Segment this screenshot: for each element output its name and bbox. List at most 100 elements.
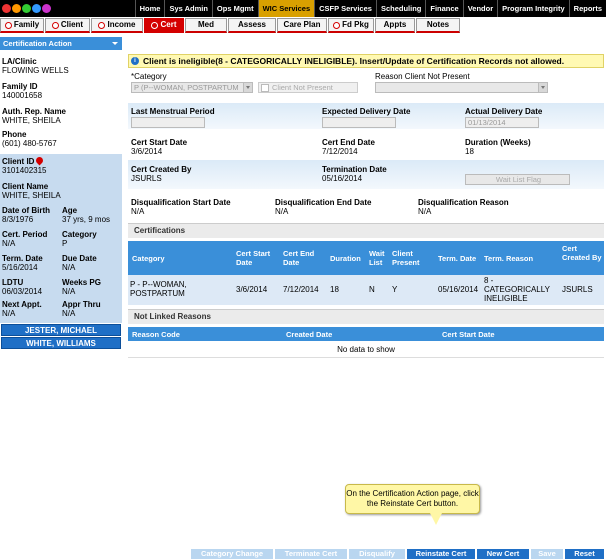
tab-cert[interactable]: Cert [144, 18, 184, 33]
cell-cert-start: 3/6/2014 [236, 285, 268, 294]
ldtu-label: LDTU [2, 278, 24, 287]
sidebar: Certification Action LA/Clinic FLOWING WE… [0, 37, 122, 351]
col-cert-start[interactable]: Cert Start Date [236, 249, 280, 267]
family-id-value: 140001658 [2, 91, 43, 100]
heart-icon [35, 155, 45, 166]
col-category[interactable]: Category [132, 254, 165, 263]
table-row[interactable]: P - P--WOMAN, POSTPARTUM 3/6/2014 7/12/2… [128, 275, 604, 305]
add-label: Actual Delivery Date [465, 107, 543, 116]
tab-care-plan[interactable]: Care Plan [277, 18, 327, 33]
ldtu: LDTU 06/03/2014 [2, 278, 42, 296]
reinstate-cert-button[interactable]: Reinstate Cert [407, 549, 475, 559]
dq-end-value: N/A [275, 207, 289, 216]
cell-wait-list: N [369, 285, 375, 294]
tab-income[interactable]: Income [91, 18, 143, 33]
phone-label: Phone [2, 130, 27, 139]
message-text: Client is ineligible(8 - CATEGORICALLY I… [143, 56, 565, 66]
tab-client[interactable]: Client [45, 18, 90, 33]
wait-list-flag-button[interactable]: Wait List Flag [465, 174, 570, 185]
participant-button-jester[interactable]: JESTER, MICHAEL [1, 324, 121, 336]
dq-reason-label: Disqualification Reason [418, 198, 509, 207]
appr-thru-label: Appr Thru [62, 300, 101, 309]
col-created-date[interactable]: Created Date [286, 330, 332, 339]
topnav-vendor[interactable]: Vendor [462, 0, 497, 17]
col-wait-list[interactable]: Wait List [369, 249, 389, 267]
reset-button[interactable]: Reset [565, 549, 604, 559]
topnav-scheduling[interactable]: Scheduling [375, 0, 425, 17]
topnav-wic-services[interactable]: WIC Services [257, 0, 315, 17]
la-clinic-value: FLOWING WELLS [2, 66, 69, 75]
tab-label: Med [198, 20, 214, 29]
reason-not-present-label: Reason Client Not Present [375, 72, 470, 81]
category-label: *Category [131, 72, 167, 81]
col-client-present[interactable]: Client Present [392, 249, 432, 267]
reason-not-present-select[interactable] [375, 82, 548, 93]
tab-notes[interactable]: Notes [416, 18, 460, 33]
cert-period-label: Cert. Period [2, 230, 48, 239]
certifications-header: Category Cert Start Date Cert End Date D… [128, 241, 604, 275]
disqualify-button[interactable]: Disqualify [349, 549, 405, 559]
category-select[interactable]: P (P--WOMAN, POSTPARTUM [131, 82, 253, 93]
phone-value: (601) 480-5767 [2, 139, 57, 148]
not-linked-section-title: Not Linked Reasons [128, 309, 604, 324]
tab-label: Notes [426, 20, 450, 29]
tab-fd-pkg[interactable]: Fd Pkg [328, 18, 374, 33]
category-change-button[interactable]: Category Change [191, 549, 273, 559]
duration-value: 18 [465, 147, 474, 156]
terminate-cert-button[interactable]: Terminate Cert [275, 549, 347, 559]
tab-label: Family [13, 20, 40, 29]
section-tabs: Family Client Income Cert Med Assess Care Plan… [0, 18, 606, 33]
col-duration[interactable]: Duration [330, 254, 361, 263]
col-cert-created-by[interactable]: Cert Created By [562, 244, 602, 262]
col-term-reason[interactable]: Term. Reason [484, 254, 533, 263]
due-date-label: Due Date [62, 254, 97, 263]
cert-period-value: N/A [2, 239, 16, 248]
tab-label: Client [60, 20, 84, 29]
due-date: Due Date N/A [62, 254, 97, 272]
cell-category: P - P--WOMAN, POSTPARTUM [130, 280, 187, 298]
col-term-date[interactable]: Term. Date [438, 254, 476, 263]
topnav-sys-admin[interactable]: Sys Admin [164, 0, 211, 17]
dob-value: 8/3/1976 [2, 215, 34, 224]
new-cert-button[interactable]: New Cert [477, 549, 529, 559]
status-circle-icon [98, 21, 106, 29]
tab-appts[interactable]: Appts [375, 18, 415, 33]
status-circle-icon [333, 21, 341, 29]
age-label: Age [62, 206, 78, 215]
col-cert-end[interactable]: Cert End Date [283, 249, 323, 267]
lmp-input[interactable] [131, 117, 205, 128]
topnav-csfp-services[interactable]: CSFP Services [314, 0, 376, 17]
weeks-pg: Weeks PG N/A [62, 278, 101, 296]
tab-label: Cert [160, 20, 177, 29]
la-clinic-label: LA/Clinic [2, 57, 37, 66]
tab-family[interactable]: Family [0, 18, 44, 33]
topnav-program-integrity[interactable]: Program Integrity [497, 0, 569, 17]
status-circle-icon [4, 21, 12, 29]
topnav-ops-mgmt[interactable]: Ops Mgmt [211, 0, 258, 17]
participant-button-white[interactable]: WHITE, WILLIAMS [1, 337, 121, 349]
col-reason-code[interactable]: Reason Code [132, 330, 180, 339]
tab-assess[interactable]: Assess [228, 18, 276, 33]
edd-input[interactable] [322, 117, 396, 128]
dq-start-label: Disqualification Start Date [131, 198, 231, 207]
ldtu-value: 06/03/2014 [2, 287, 43, 296]
col-not-linked-cert-start[interactable]: Cert Start Date [442, 330, 495, 339]
topnav-reports[interactable]: Reports [568, 0, 606, 17]
topnav-finance[interactable]: Finance [425, 0, 462, 17]
family-id-label: Family ID [2, 82, 38, 91]
phone: Phone (601) 480-5767 [2, 130, 57, 148]
add-input[interactable]: 01/13/2014 [465, 117, 539, 128]
dq-reason-value: N/A [418, 207, 432, 216]
category-label: Category [62, 230, 97, 239]
save-button[interactable]: Save [531, 549, 563, 559]
certification-action-select[interactable]: Certification Action [0, 37, 122, 50]
action-select-label: Certification Action [3, 39, 72, 48]
appr-thru-value: N/A [62, 309, 76, 318]
client-not-present-checkbox[interactable]: Client Not Present [258, 82, 358, 93]
client-id-label: Client ID [2, 157, 35, 166]
tab-med[interactable]: Med [185, 18, 227, 33]
topnav-home[interactable]: Home [134, 0, 165, 17]
term-date-label: Term. Date [2, 254, 43, 263]
termination-date-label: Termination Date [322, 165, 387, 174]
appr-thru: Appr Thru N/A [62, 300, 101, 318]
